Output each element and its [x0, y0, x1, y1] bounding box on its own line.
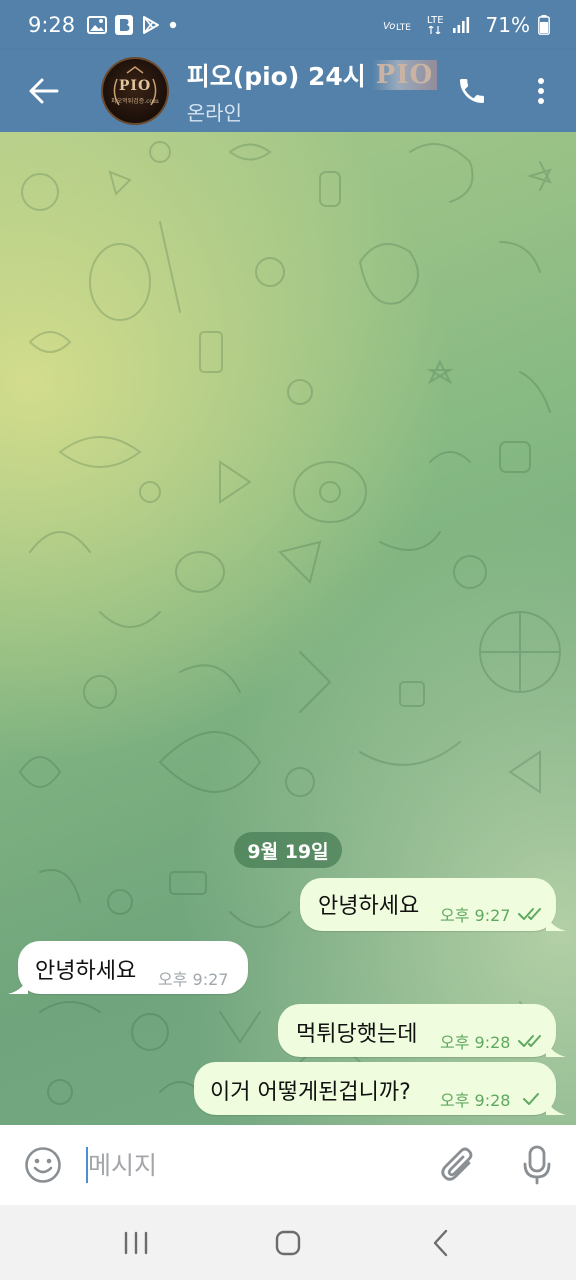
- attach-button[interactable]: [420, 1125, 498, 1205]
- text-cursor: [86, 1147, 88, 1183]
- bubble-tail: [546, 913, 566, 931]
- svg-text:LTE: LTE: [396, 23, 411, 33]
- recent-apps-button[interactable]: [91, 1205, 181, 1280]
- microphone-icon: [523, 1145, 551, 1185]
- double-check-icon: [518, 1035, 542, 1047]
- avatar-subtext: 피오먹튀검증.com: [111, 97, 159, 105]
- svg-text:Vo: Vo: [383, 21, 395, 32]
- message-bubble-incoming[interactable]: 안녕하세요 오후 9:27: [8, 941, 248, 994]
- call-button[interactable]: [437, 50, 506, 132]
- gallery-icon: [87, 16, 108, 34]
- message-text: 안녕하세요: [318, 894, 420, 919]
- message-time: 오후 9:28: [440, 1033, 511, 1052]
- double-check-icon: [518, 908, 542, 920]
- play-store-icon: [141, 15, 161, 35]
- chat-title: 피오(pio) 24시 PIO: [186, 57, 438, 93]
- message-text: 이거 어떻게된겁니까?: [210, 1080, 411, 1105]
- voice-button[interactable]: [498, 1125, 576, 1205]
- more-vertical-icon: [538, 78, 545, 104]
- message-input-bar: [0, 1125, 576, 1205]
- check-icon: [523, 1093, 540, 1105]
- chat-title-block[interactable]: 피오(pio) 24시 PIO 온라인: [186, 57, 438, 126]
- nav-back-button[interactable]: [395, 1205, 485, 1280]
- chat-title-text: 피오(pio) 24시: [186, 61, 366, 91]
- message-time: 오후 9:28: [440, 1091, 511, 1110]
- chat-header: PIO 피오먹튀검증.com 피오(pio) 24시 PIO 온라인: [0, 50, 576, 132]
- volte-icon: Vo LTE: [383, 17, 411, 33]
- network-type-label: LTE: [426, 15, 444, 26]
- back-nav-icon: [433, 1229, 448, 1256]
- message-field-wrap: [86, 1125, 420, 1205]
- laurel-icon: [114, 66, 157, 106]
- b-app-icon: [115, 15, 134, 35]
- title-logo: PIO: [371, 59, 438, 90]
- home-icon: [275, 1230, 301, 1255]
- message-text: 안녕하세요: [35, 959, 137, 984]
- message-text: 먹튀당햇는데: [296, 1022, 418, 1047]
- bubble-tail: [546, 1039, 566, 1057]
- recent-apps-icon: [124, 1231, 148, 1254]
- arrow-left-icon: [29, 78, 59, 104]
- chat-status: 온라인: [186, 100, 242, 125]
- bubble-tail: [8, 976, 28, 994]
- dot-icon: [169, 21, 177, 29]
- message-bubble-outgoing[interactable]: 먹튀당햇는데 오후 9:28: [278, 1004, 566, 1057]
- bubble-tail: [546, 1097, 566, 1115]
- network-type-icon: LTE: [427, 16, 444, 34]
- message-meta: 오후 9:27: [440, 902, 546, 926]
- phone-icon: [459, 79, 484, 103]
- status-bar: 9:28 Vo LTE LTE 71%: [0, 0, 576, 50]
- chat-area[interactable]: 9월 19일 안녕하세요 오후 9:27 안녕하세요 오후 9:27 먹튀당햇는…: [0, 132, 576, 1125]
- system-nav-bar: [0, 1205, 576, 1280]
- message-bubble-outgoing[interactable]: 이거 어떻게된겁니까? 오후 9:28: [194, 1062, 566, 1115]
- more-options-button[interactable]: [507, 50, 576, 132]
- signal-icon: [452, 16, 470, 34]
- battery-icon: [538, 15, 550, 35]
- date-separator: 9월 19일: [234, 832, 342, 868]
- battery-percent: 71%: [485, 13, 530, 37]
- emoji-button[interactable]: [0, 1125, 86, 1205]
- smiley-icon: [25, 1147, 61, 1183]
- message-bubble-outgoing[interactable]: 안녕하세요 오후 9:27: [300, 878, 566, 931]
- message-time: 오후 9:27: [158, 970, 229, 989]
- message-meta: 오후 9:28: [440, 1029, 546, 1053]
- status-time: 9:28: [28, 13, 76, 37]
- avatar[interactable]: PIO 피오먹튀검증.com: [101, 57, 169, 125]
- message-input[interactable]: [86, 1150, 420, 1180]
- back-button[interactable]: [0, 50, 87, 132]
- home-button[interactable]: [243, 1205, 333, 1280]
- message-time: 오후 9:27: [440, 906, 511, 925]
- message-meta: 오후 9:28: [440, 1087, 544, 1111]
- paperclip-icon: [441, 1147, 473, 1181]
